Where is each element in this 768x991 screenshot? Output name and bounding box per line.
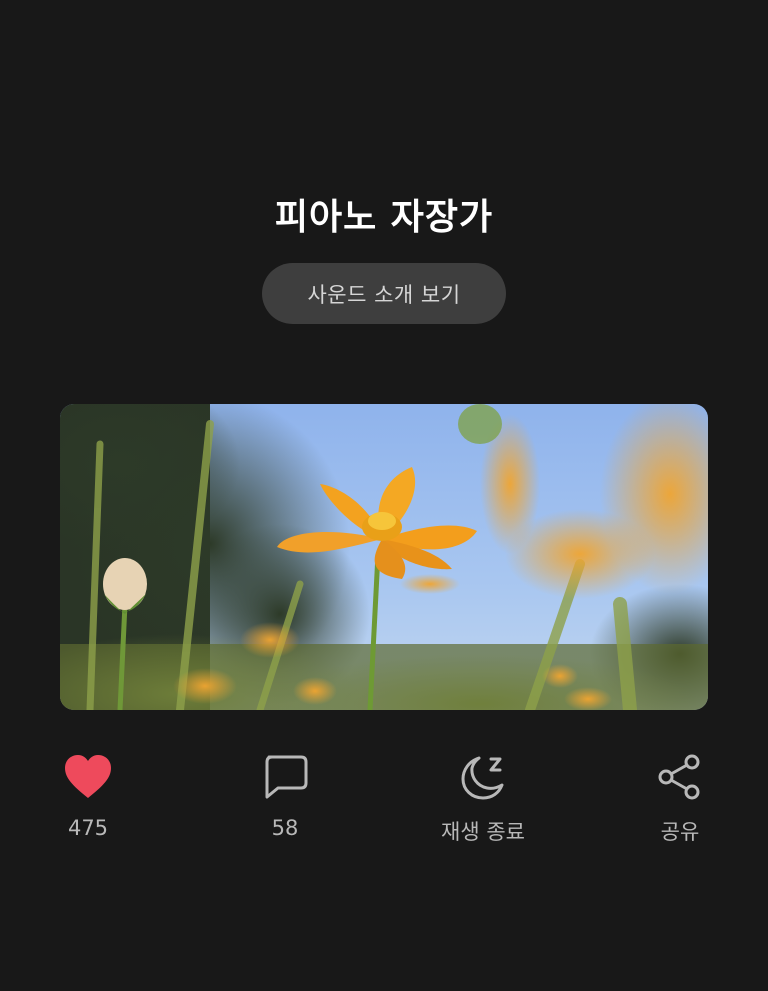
sleep-timer-label: 재생 종료 [441,820,525,844]
comment-button[interactable]: 58 [215,750,355,850]
page-title: 피아노 자장가 [274,197,494,238]
sound-detail-screen: 피아노 자장가 사운드 소개 보기 475 58 재생 종료 공유 [0,0,768,991]
share-button[interactable]: 공유 [610,750,750,850]
sleep-timer-button[interactable]: 재생 종료 [413,750,553,850]
moon-sleep-icon [456,750,510,804]
like-button[interactable]: 475 [18,750,158,850]
action-bar: 475 58 재생 종료 공유 [0,750,768,850]
like-count: 475 [67,816,109,840]
sound-intro-button[interactable]: 사운드 소개 보기 [262,263,506,324]
share-label: 공유 [660,820,700,844]
comment-count: 58 [271,816,299,840]
artwork-image [60,404,708,710]
comment-icon [258,750,312,804]
share-icon [653,750,707,804]
heart-icon [61,750,115,804]
